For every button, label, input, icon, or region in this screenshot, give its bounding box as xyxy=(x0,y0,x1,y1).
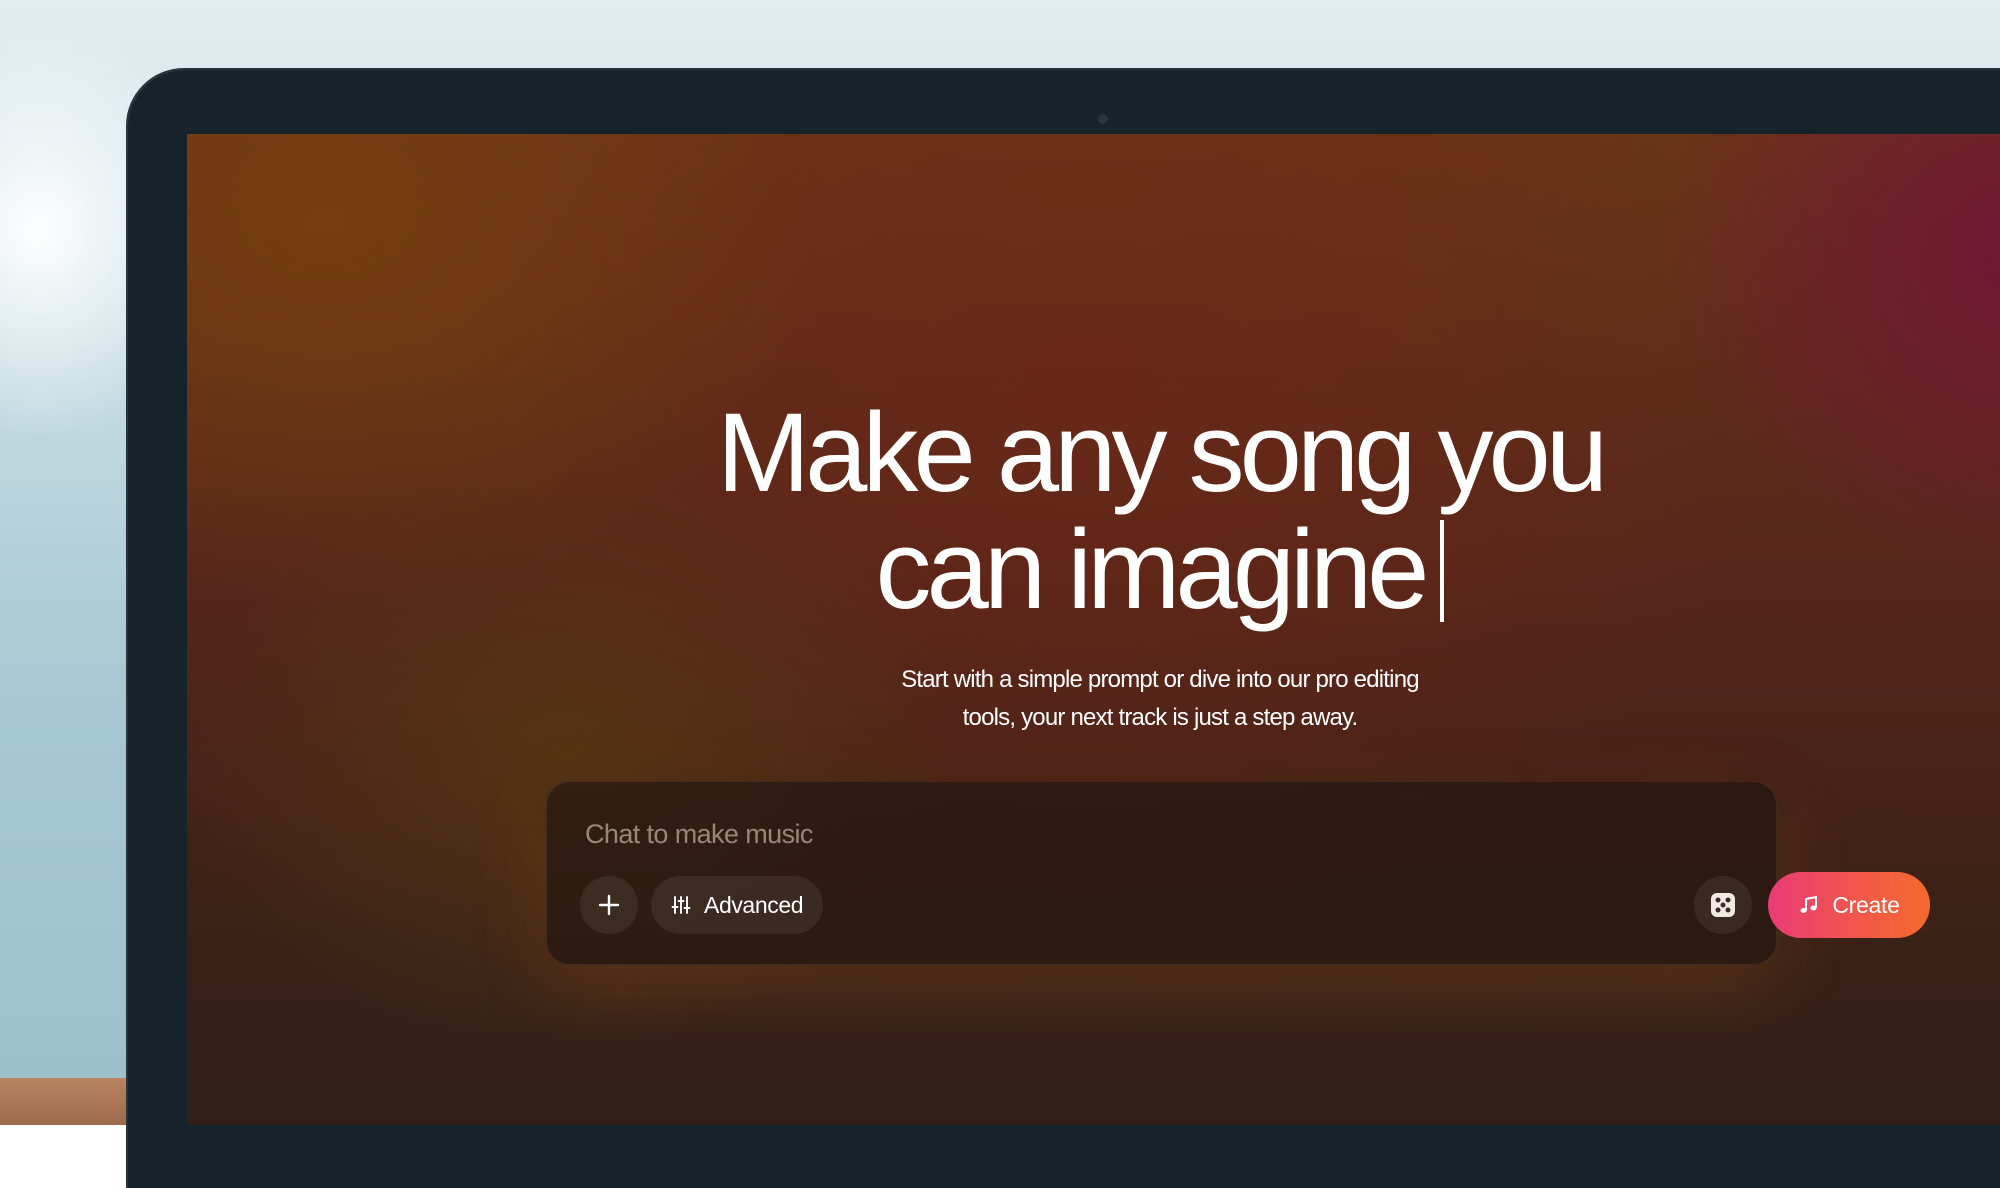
desk-surface xyxy=(0,1078,130,1125)
create-button[interactable]: Create xyxy=(1768,872,1930,938)
hero-title-line-2: can imagine xyxy=(187,511,2000,628)
sliders-icon xyxy=(671,895,691,915)
hero-subtitle-line-1: Start with a simple prompt or dive into … xyxy=(901,666,1419,693)
hero-title-line-1: Make any song you xyxy=(716,390,1608,515)
hero-subtitle: Start with a simple prompt or dive into … xyxy=(187,661,2000,737)
advanced-button[interactable]: Advanced xyxy=(651,876,823,934)
hero-subtitle-line-2: tools, your next track is just a step aw… xyxy=(962,704,1358,731)
dice-icon xyxy=(1709,891,1737,919)
random-prompt-button[interactable] xyxy=(1694,876,1752,934)
music-prompt-composer: Advanced xyxy=(546,781,1930,965)
hero-title-line-2-text: can imagine xyxy=(875,507,1430,632)
advanced-label: Advanced xyxy=(704,891,804,918)
plus-icon xyxy=(597,893,621,917)
app-screen: Make any song you can imagine Start with… xyxy=(187,134,2000,1125)
prompt-input[interactable] xyxy=(585,812,1685,856)
music-note-icon xyxy=(1798,894,1820,916)
webcam xyxy=(1098,114,1108,124)
hero-title: Make any song you can imagine xyxy=(187,394,2000,628)
typing-caret xyxy=(1440,520,1445,622)
add-attachment-button[interactable] xyxy=(580,876,638,934)
create-label: Create xyxy=(1832,891,1900,918)
